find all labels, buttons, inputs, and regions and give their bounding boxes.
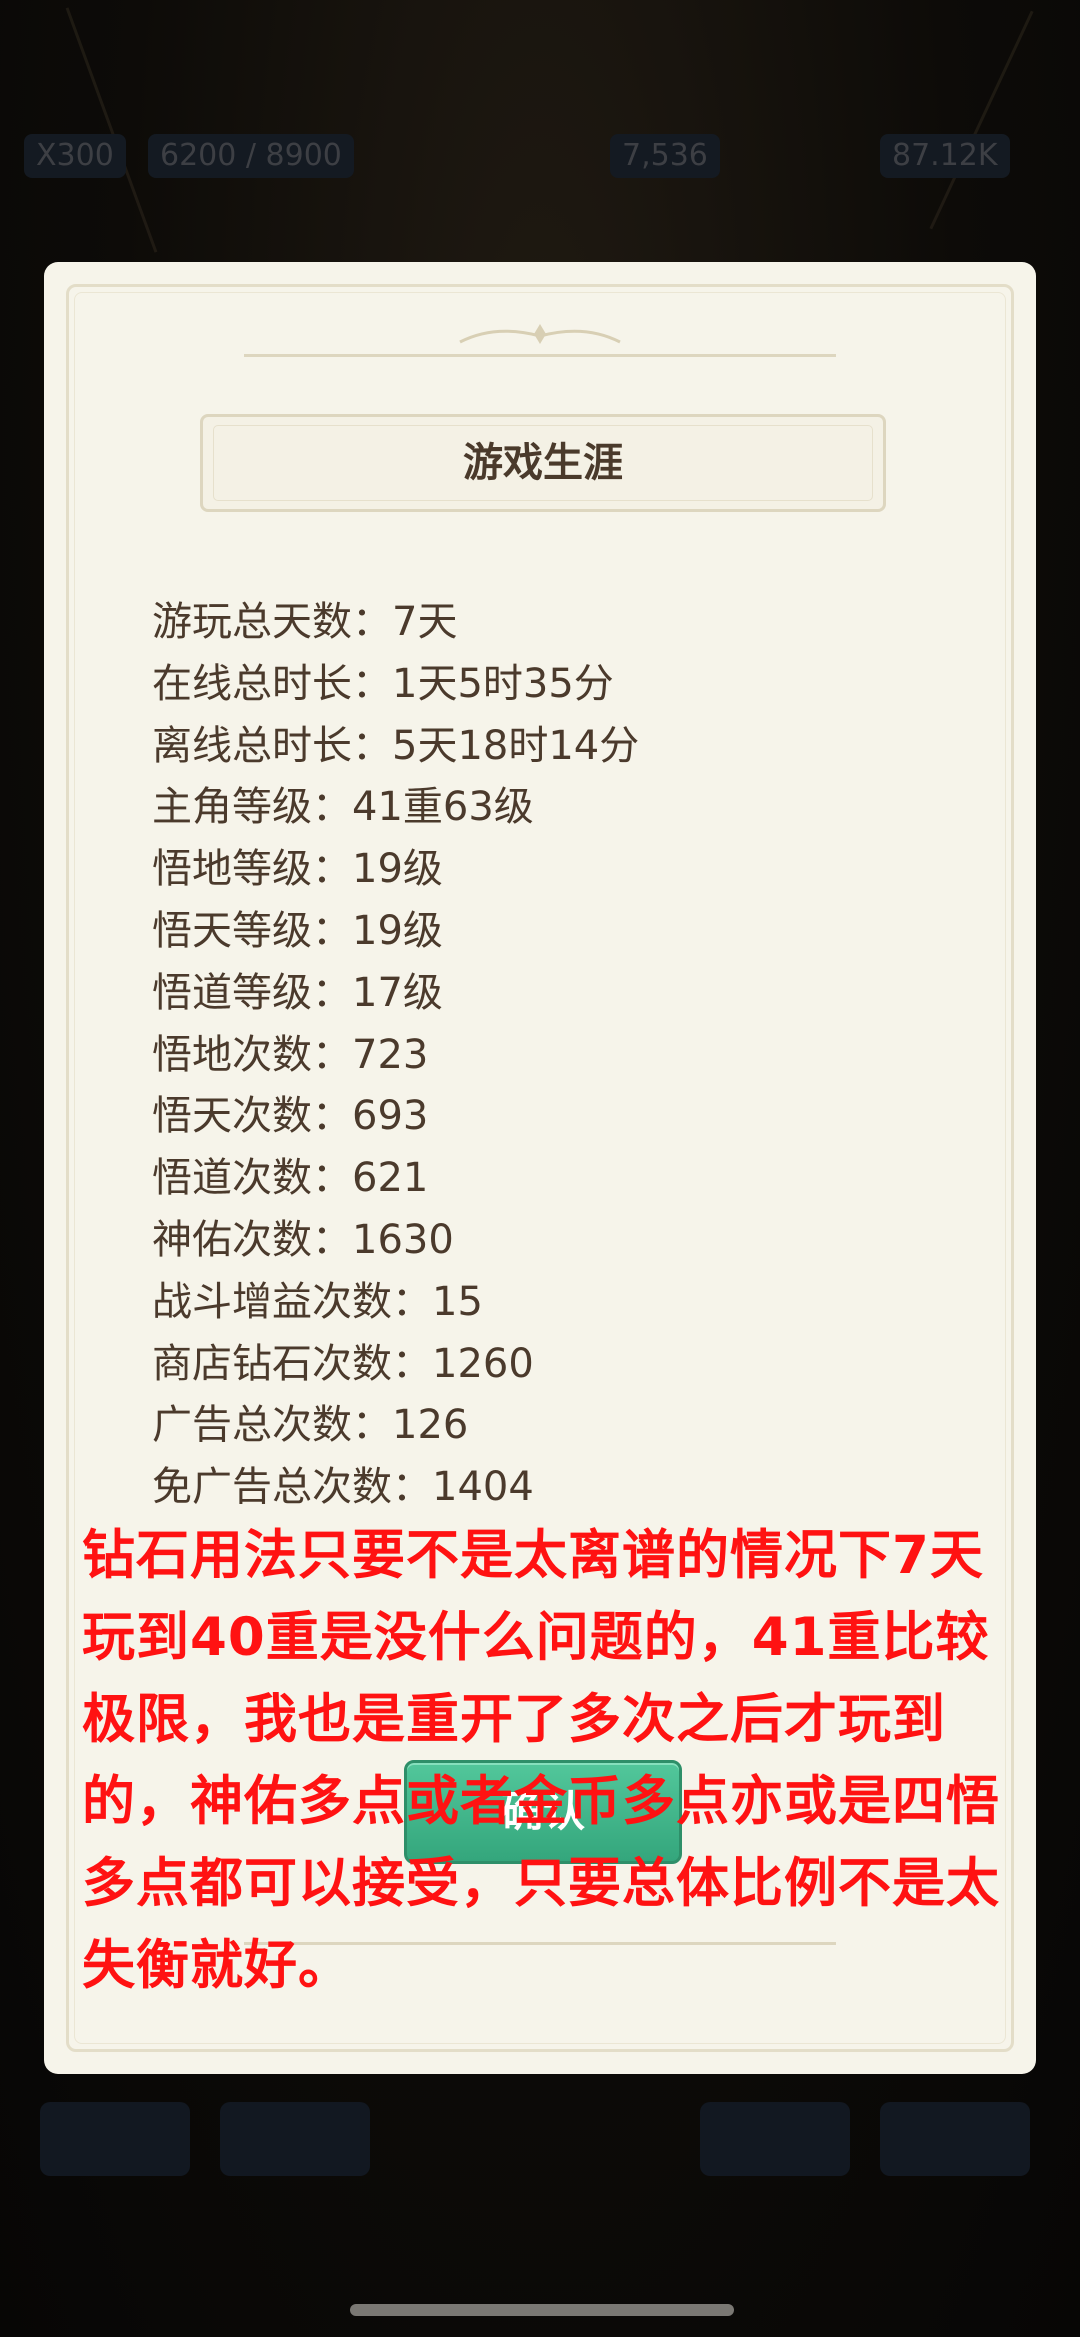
- stat-wutian-count: 悟天次数：693: [152, 1093, 429, 1140]
- stat-blessing-count: 神佑次数：1630: [152, 1216, 454, 1263]
- bottom-nav-button[interactable]: [220, 2102, 370, 2176]
- stat-ad-free-count: 免广告总次数：1404: [152, 1464, 534, 1511]
- stat-play-days: 游玩总天数：7天: [152, 599, 458, 645]
- stats-list: 游玩总天数：7天 在线总时长：1天5时35分 离线总时长：5天18时14分 主角…: [152, 592, 639, 1519]
- stat-online-time: 在线总时长：1天5时35分: [152, 660, 614, 707]
- bottom-nav-button[interactable]: [40, 2102, 190, 2176]
- stat-wutian-level: 悟天等级：19级: [152, 907, 443, 954]
- level-badge: X300: [24, 134, 126, 178]
- title-box: 游戏生涯: [200, 414, 886, 512]
- bottom-nav-button[interactable]: [700, 2102, 850, 2176]
- stat-offline-time: 离线总时长：5天18时14分: [152, 722, 640, 769]
- overlay-caption: 钻石用法只要不是太离谱的情况下7天玩到40重是没什么问题的，41重比较极限，我也…: [82, 1525, 1000, 1996]
- progress-text: 6200 / 8900: [148, 134, 354, 178]
- stat-shop-diamond-count: 商店钻石次数：1260: [152, 1340, 534, 1387]
- ornament-line: [244, 354, 836, 357]
- ornament-icon: [459, 324, 621, 344]
- stat-wudao-level: 悟道等级：17级: [152, 969, 443, 1016]
- stat-wudao-count: 悟道次数：621: [152, 1155, 429, 1202]
- stat-wudi-level: 悟地等级：19级: [152, 846, 443, 893]
- stat-ad-count: 广告总次数：126: [152, 1402, 469, 1449]
- stat-wudi-count: 悟地次数：723: [152, 1031, 429, 1078]
- bottom-nav-button[interactable]: [880, 2102, 1030, 2176]
- currency-gold: 7,536: [610, 134, 720, 178]
- currency-gem: 87.12K: [880, 134, 1010, 178]
- top-hud: X300 6200 / 8900 7,536 87.12K: [0, 126, 1080, 184]
- stat-hero-level: 主角等级：41重63级: [152, 784, 534, 831]
- bottom-nav: [0, 2090, 1080, 2210]
- dialog-title: 游戏生涯: [463, 440, 623, 486]
- stat-battle-buff-count: 战斗增益次数：15: [152, 1278, 483, 1325]
- home-indicator[interactable]: [350, 2304, 734, 2316]
